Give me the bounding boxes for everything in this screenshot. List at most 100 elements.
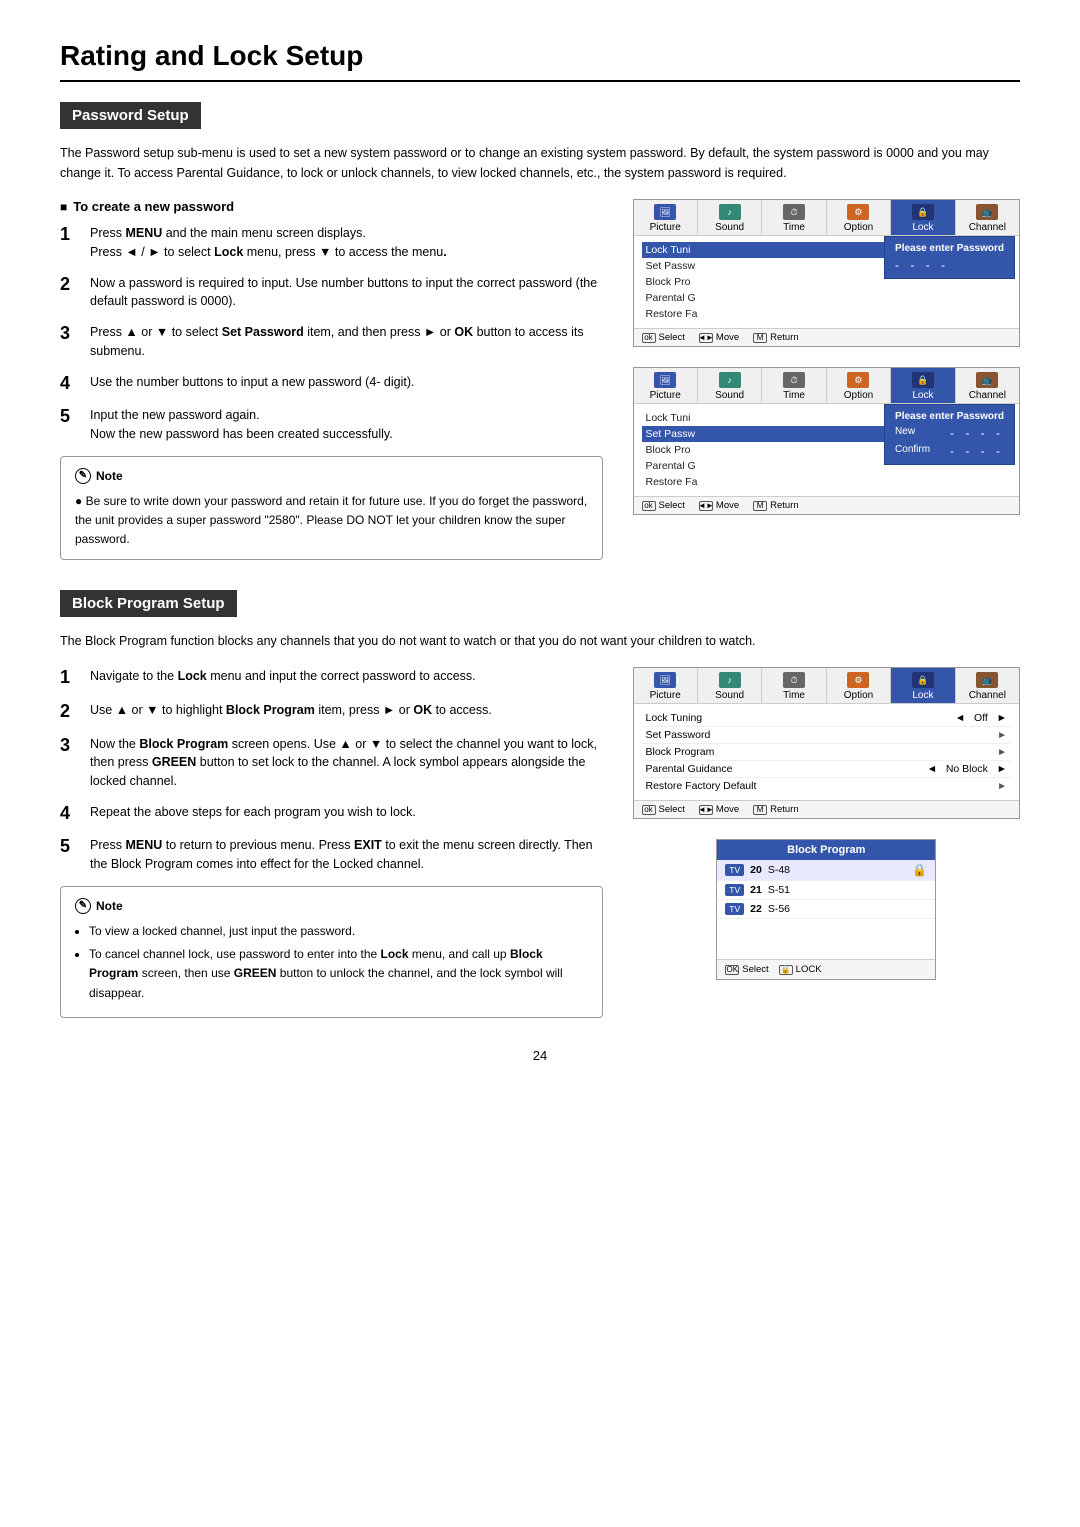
tv3-nav-icon: ◄►	[699, 805, 713, 815]
tv-bp-ok-item: OK Select	[725, 964, 768, 975]
popup2-new-dots: - - - -	[950, 426, 1004, 440]
tv3-channel-icon: 📺	[976, 672, 998, 688]
tv-bp-ok-icon: OK	[725, 965, 739, 975]
block-step-5-content: Press MENU to return to previous menu. P…	[90, 836, 603, 874]
tv3-label-channel: Channel	[958, 690, 1017, 701]
step-3-content: Press ▲ or ▼ to select Set Password item…	[90, 323, 603, 361]
step-1: 1 Press MENU and the main menu screen di…	[60, 224, 603, 262]
page-title: Rating and Lock Setup	[60, 40, 1020, 82]
tv2-label-time: Time	[764, 390, 823, 401]
tv-menu-bar-3: 🖼 Picture ♪ Sound ⏱ Time ⚙ Option	[634, 668, 1020, 704]
password-steps-list: 1 Press MENU and the main menu screen di…	[60, 224, 603, 444]
block-program-right: 🖼 Picture ♪ Sound ⏱ Time ⚙ Option	[633, 667, 1021, 1017]
tv-mockup-1: 🖼 Picture ♪ Sound ⏱ Time ⚙ Option	[633, 199, 1021, 347]
tv-footer-1: ok Select ◄► Move M Return	[634, 328, 1020, 346]
block-program-header: Block Program Setup	[60, 590, 237, 617]
block-step-4-num: 4	[60, 803, 78, 825]
tv-footer-move: ◄► Move	[699, 332, 739, 343]
tv-bp-lock-icon: 🔒	[779, 965, 793, 975]
step-5-content: Input the new password again. Now the ne…	[90, 406, 603, 444]
picture-icon: 🖼	[654, 204, 676, 220]
tv2-menu-channel: 📺 Channel	[956, 368, 1019, 403]
step-2-content: Now a password is required to input. Use…	[90, 274, 603, 312]
tv-menu-option: ⚙ Option	[827, 200, 891, 235]
password-intro-text: The Password setup sub-menu is used to s…	[60, 143, 1020, 183]
tv2-menu-lock: 🔒 Lock	[891, 368, 955, 403]
tv3-menu-sound: ♪ Sound	[698, 668, 762, 703]
step-4-content: Use the number buttons to input a new pa…	[90, 373, 603, 395]
popup-title-1: Please enter Password	[895, 243, 1004, 254]
block-note-box: ✎ Note To view a locked channel, just in…	[60, 886, 603, 1018]
block-program-intro: The Block Program function blocks any ch…	[60, 631, 1020, 651]
tv-popup-2: Please enter Password New - - - - Confir…	[884, 404, 1015, 465]
tv3-lock-tuning-label: Lock Tuning	[646, 712, 703, 724]
tv2-menu-icon: M	[753, 501, 767, 511]
tv-content-2: Lock Tuni Set Passw Block Pro Parental G…	[634, 404, 1020, 496]
block-step-1-content: Navigate to the Lock menu and input the …	[90, 667, 603, 689]
block-note-title: ✎ Note	[75, 897, 588, 916]
block-step-2-content: Use ▲ or ▼ to highlight Block Program it…	[90, 701, 603, 723]
tv-block-program-list: Block Program TV 20 S-48 🔒 TV 21 S-51 TV…	[716, 839, 936, 980]
password-setup-section: Password Setup The Password setup sub-me…	[60, 102, 1020, 560]
tv3-label-sound: Sound	[700, 690, 759, 701]
tv-bp-num-1: 20	[750, 864, 762, 876]
tv-label-sound: Sound	[700, 222, 759, 233]
tv-row-restore: Restore Fa	[642, 306, 1012, 322]
step-5-num: 5	[60, 406, 78, 444]
tv-bp-num-2: 21	[750, 884, 762, 896]
password-note-box: ✎ Note ● Be sure to write down your pass…	[60, 456, 603, 561]
channel-icon: 📺	[976, 204, 998, 220]
popup2-new-row: New - - - -	[895, 426, 1004, 440]
tv-footer-select: ok Select	[642, 332, 685, 343]
tv3-set-password-arrow: ►	[997, 730, 1007, 741]
tv-bp-spacer	[717, 919, 935, 959]
tv-bp-badge-2: TV	[725, 884, 744, 896]
tv-label-lock: Lock	[893, 222, 952, 233]
block-program-left: 1 Navigate to the Lock menu and input th…	[60, 667, 603, 1017]
block-steps-list: 1 Navigate to the Lock menu and input th…	[60, 667, 603, 874]
tv-menu-channel: 📺 Channel	[956, 200, 1019, 235]
tv3-block-program-label: Block Program	[646, 746, 715, 758]
tv3-footer-return: M Return	[753, 804, 799, 815]
note-icon: ✎	[75, 468, 91, 484]
menu-icon: M	[753, 333, 767, 343]
tv3-sound-icon: ♪	[719, 672, 741, 688]
block-note-item-2: To cancel channel lock, use password to …	[89, 945, 588, 1003]
tv2-time-icon: ⏱	[783, 372, 805, 388]
tv3-menu-lock: 🔒 Lock	[891, 668, 955, 703]
tv-label-time: Time	[764, 222, 823, 233]
popup2-confirm-dots: - - - -	[950, 444, 1004, 458]
tv-bp-row-1: TV 20 S-48 🔒	[717, 860, 935, 881]
tv3-set-password-label: Set Password	[646, 729, 711, 741]
tv3-lock-menu: Lock Tuning ◄ Off ► Set Password ► Block…	[634, 704, 1020, 800]
tv3-row-restore: Restore Factory Default ►	[642, 778, 1012, 794]
block-note-icon: ✎	[75, 898, 91, 914]
tv-label-picture: Picture	[636, 222, 695, 233]
tv3-menu-option: ⚙ Option	[827, 668, 891, 703]
option-icon: ⚙	[847, 204, 869, 220]
tv-footer-return: M Return	[753, 332, 799, 343]
block-program-section: Block Program Setup The Block Program fu…	[60, 590, 1020, 1017]
tv3-menu-time: ⏱ Time	[762, 668, 826, 703]
ok-icon: ok	[642, 333, 656, 343]
tv3-label-time: Time	[764, 690, 823, 701]
tv-bp-row-2: TV 21 S-51	[717, 881, 935, 900]
tv3-footer-select: ok Select	[642, 804, 685, 815]
tv2-lock-icon: 🔒	[912, 372, 934, 388]
tv3-menu-icon: M	[753, 805, 767, 815]
note-title: ✎ Note	[75, 467, 588, 486]
tv2-footer-return: M Return	[753, 500, 799, 511]
create-password-subheading: To create a new password	[60, 199, 603, 214]
tv-menu-sound: ♪ Sound	[698, 200, 762, 235]
tv-menu-bar-2: 🖼 Picture ♪ Sound ⏱ Time ⚙ Option	[634, 368, 1020, 404]
tv2-nav-icon: ◄►	[699, 501, 713, 511]
tv3-row-set-password: Set Password ►	[642, 727, 1012, 744]
block-step-3-num: 3	[60, 735, 78, 791]
tv-bp-name-3: S-56	[768, 903, 790, 915]
block-step-2-num: 2	[60, 701, 78, 723]
time-icon: ⏱	[783, 204, 805, 220]
tv2-channel-icon: 📺	[976, 372, 998, 388]
tv3-label-lock: Lock	[893, 690, 952, 701]
step-4-num: 4	[60, 373, 78, 395]
tv3-parental-controls: ◄ No Block ►	[927, 763, 1007, 775]
